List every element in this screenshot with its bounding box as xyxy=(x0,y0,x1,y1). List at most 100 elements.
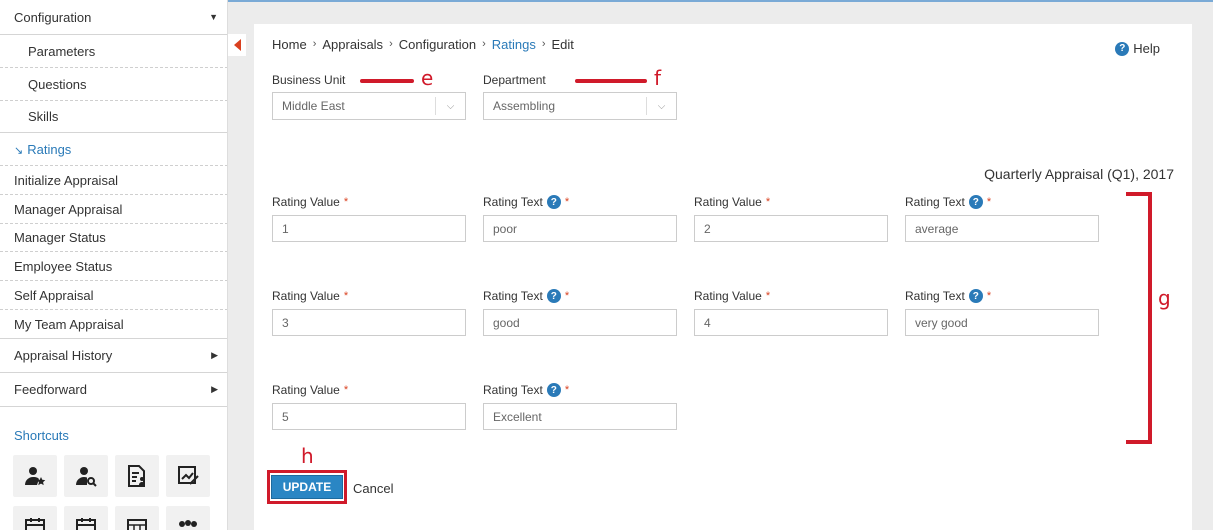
sidebar-item-my-team-appraisal[interactable]: My Team Appraisal xyxy=(0,310,227,339)
help-icon[interactable]: ? xyxy=(546,383,561,397)
sidebar-item-label: Initialize Appraisal xyxy=(14,172,119,188)
business-unit-value: Middle East xyxy=(282,99,345,113)
chevron-down-icon: ⌵ xyxy=(646,97,676,115)
annotation-h-label: h xyxy=(301,444,314,468)
calendar-icon[interactable] xyxy=(64,506,108,530)
sidebar-item-skills[interactable]: Skills xyxy=(0,101,227,133)
arrow-down-right-icon: ↘ xyxy=(14,144,24,157)
rating-value-label: Rating Value * xyxy=(272,195,349,209)
required-mark: * xyxy=(343,196,349,208)
sidebar: Configuration ▼ Parameters Questions Ski… xyxy=(0,0,228,530)
shortcuts-title: Shortcuts xyxy=(14,428,69,443)
help-icon[interactable]: ? xyxy=(968,289,983,303)
business-unit-select[interactable]: Middle East ⌵ xyxy=(272,92,466,120)
rating-text-label: Rating Text? * xyxy=(905,289,992,303)
sidebar-item-label: Manager Status xyxy=(14,230,106,245)
annotation-f-label: f xyxy=(654,66,662,90)
calendar-icon[interactable] xyxy=(13,506,57,530)
appraisal-period-title: Quarterly Appraisal (Q1), 2017 xyxy=(984,166,1174,182)
sidebar-item-manager-appraisal[interactable]: Manager Appraisal xyxy=(0,195,227,224)
sidebar-item-configuration[interactable]: Configuration ▼ xyxy=(0,0,227,35)
department-value: Assembling xyxy=(493,99,556,113)
required-mark: * xyxy=(564,196,570,208)
edit-chart-icon[interactable] xyxy=(166,455,210,497)
sidebar-item-label: Feedforward xyxy=(14,382,87,397)
help-icon: ? xyxy=(1115,41,1130,56)
annotation-e-underline xyxy=(360,79,414,83)
chevron-right-icon: ▶ xyxy=(211,350,218,360)
main-panel: Home › Appraisals › Configuration › Rati… xyxy=(254,24,1192,530)
sidebar-item-label: Appraisal History xyxy=(14,348,113,363)
rating-value-label: Rating Value * xyxy=(694,195,771,209)
required-mark: * xyxy=(564,384,570,396)
sidebar-item-label: Questions xyxy=(28,76,87,92)
rating-text-input-1[interactable]: poor xyxy=(483,215,677,242)
business-unit-label: Business Unit xyxy=(272,73,346,87)
rating-value-input-1[interactable]: 1 xyxy=(272,215,466,242)
help-icon[interactable]: ? xyxy=(546,195,561,209)
required-mark: * xyxy=(986,196,992,208)
sidebar-item-self-appraisal[interactable]: Self Appraisal xyxy=(0,281,227,310)
breadcrumb-configuration[interactable]: Configuration xyxy=(399,37,476,52)
rating-value-label: Rating Value * xyxy=(272,383,349,397)
sidebar-item-parameters[interactable]: Parameters xyxy=(0,35,227,68)
sidebar-item-feedforward[interactable]: Feedforward ▶ xyxy=(0,373,227,407)
sidebar-item-label: Employee Status xyxy=(14,258,113,274)
chevron-down-icon: ▼ xyxy=(209,12,218,22)
help-icon[interactable]: ? xyxy=(968,195,983,209)
rating-text-label: Rating Text? * xyxy=(483,195,570,209)
help-icon[interactable]: ? xyxy=(546,289,561,303)
breadcrumb-home[interactable]: Home xyxy=(272,37,307,52)
rating-text-label: Rating Text? * xyxy=(905,195,992,209)
sidebar-collapse-toggle[interactable] xyxy=(228,34,246,56)
department-select[interactable]: Assembling ⌵ xyxy=(483,92,677,120)
rating-text-input-4[interactable]: very good xyxy=(905,309,1099,336)
chevron-right-icon: ▶ xyxy=(211,384,218,394)
rating-value-label: Rating Value * xyxy=(694,289,771,303)
user-search-icon[interactable] xyxy=(64,455,108,497)
sidebar-item-label: My Team Appraisal xyxy=(14,316,124,332)
required-mark: * xyxy=(986,290,992,302)
annotation-g-label: g xyxy=(1158,286,1171,310)
required-mark: * xyxy=(765,196,771,208)
sidebar-item-questions[interactable]: Questions xyxy=(0,68,227,101)
rating-text-input-2[interactable]: average xyxy=(905,215,1099,242)
sidebar-item-initialize-appraisal[interactable]: Initialize Appraisal xyxy=(0,166,227,195)
required-mark: * xyxy=(343,384,349,396)
sidebar-item-manager-status[interactable]: Manager Status xyxy=(0,224,227,252)
help-link[interactable]: ? Help xyxy=(1115,41,1160,56)
breadcrumb-edit: Edit xyxy=(551,37,574,52)
breadcrumb-separator: › xyxy=(312,38,317,50)
sidebar-item-employee-status[interactable]: Employee Status xyxy=(0,252,227,281)
rating-text-label: Rating Text? * xyxy=(483,383,570,397)
rating-value-input-2[interactable]: 2 xyxy=(694,215,888,242)
caret-left-icon xyxy=(233,39,241,51)
sidebar-item-ratings[interactable]: ↘ Ratings xyxy=(0,133,227,166)
rating-value-input-3[interactable]: 3 xyxy=(272,309,466,336)
required-mark: * xyxy=(564,290,570,302)
user-star-icon[interactable] xyxy=(13,455,57,497)
cancel-button[interactable]: Cancel xyxy=(353,481,393,496)
breadcrumb-appraisals[interactable]: Appraisals xyxy=(322,37,383,52)
help-label: Help xyxy=(1133,41,1160,56)
sidebar-item-label: Configuration xyxy=(14,9,92,25)
document-user-icon[interactable] xyxy=(115,455,159,497)
group-icon[interactable] xyxy=(166,506,210,530)
update-button[interactable]: UPDATE xyxy=(271,475,343,499)
breadcrumb-ratings[interactable]: Ratings xyxy=(492,37,536,52)
rating-value-input-5[interactable]: 5 xyxy=(272,403,466,430)
rating-value-input-4[interactable]: 4 xyxy=(694,309,888,336)
sidebar-item-label: Manager Appraisal xyxy=(14,201,123,217)
annotation-f-underline xyxy=(575,79,647,83)
rating-text-input-3[interactable]: good xyxy=(483,309,677,336)
breadcrumb-separator: › xyxy=(482,38,486,50)
department-label: Department xyxy=(483,73,546,87)
rating-value-label: Rating Value * xyxy=(272,289,349,303)
required-mark: * xyxy=(765,290,771,302)
sidebar-item-label: Self Appraisal xyxy=(14,287,94,303)
sidebar-item-label: Skills xyxy=(28,109,59,124)
sidebar-item-appraisal-history[interactable]: Appraisal History ▶ xyxy=(0,339,227,373)
required-mark: * xyxy=(343,290,349,302)
grid-calendar-icon[interactable] xyxy=(115,506,159,530)
rating-text-input-5[interactable]: Excellent xyxy=(483,403,677,430)
